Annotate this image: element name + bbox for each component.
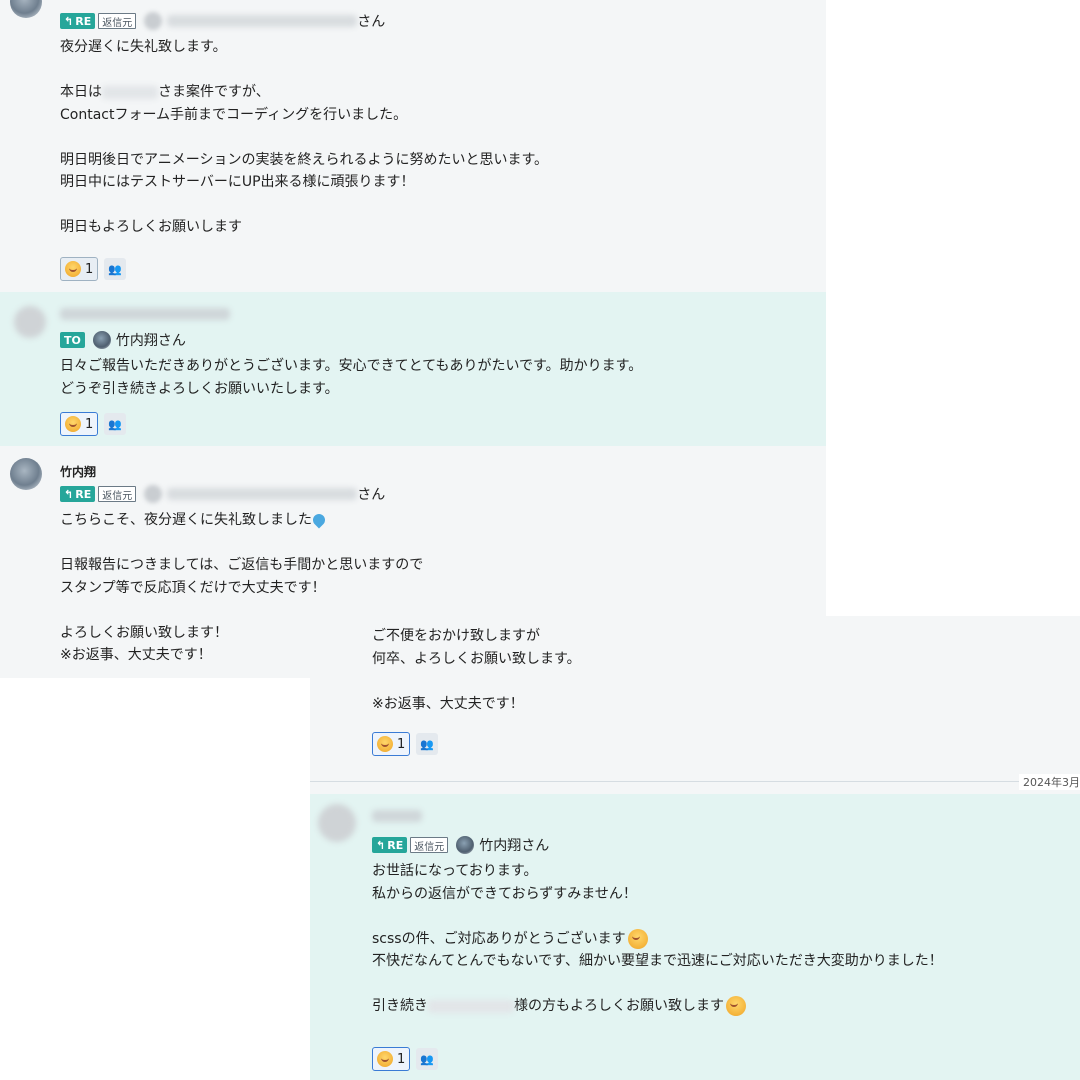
emoji-face-icon [65, 261, 81, 277]
reaction-chip[interactable]: 1 [60, 257, 99, 281]
chat-message-highlighted: ↰ RE 返信元 竹内翔さん お世話になっております。 私からの返信ができておらず… [310, 794, 1080, 1080]
sender-name-redacted [372, 810, 422, 822]
emoji-face-icon [377, 1051, 393, 1067]
emoji-face-icon [627, 928, 648, 949]
reaction-bar: 1 👥 [372, 1047, 439, 1071]
reply-reference[interactable]: ↰ RE 返信元 さん [60, 484, 385, 504]
chat-message: ご不便をおかけ致しますが 何卒、よろしくお願い致します。 ※お返事、大丈夫です！… [310, 616, 1080, 781]
emoji-face-icon [377, 736, 393, 752]
mention-name-redacted [167, 488, 358, 500]
avatar[interactable] [14, 306, 46, 338]
reaction-users-icon[interactable]: 👥 [416, 733, 439, 755]
reply-arrow-icon: ↰ [64, 487, 74, 501]
chat-message: ↰ RE 返信元 さん 夜分遅くに失礼致します。 本日は さま案件ですが、 Cont… [0, 0, 826, 292]
avatar[interactable] [10, 0, 42, 18]
reaction-chip[interactable]: 1 [372, 732, 411, 756]
reaction-chip[interactable]: 1 [60, 412, 99, 436]
to-reference[interactable]: TO 竹内翔さん [60, 330, 186, 350]
mention-avatar [144, 12, 163, 30]
avatar[interactable] [318, 804, 356, 842]
mention-avatar [92, 331, 111, 349]
redacted-text [428, 999, 514, 1013]
sender-name-redacted [60, 308, 230, 320]
mention-name-redacted [167, 15, 358, 27]
origin-label: 返信元 [98, 13, 137, 29]
reply-badge: ↰ RE [372, 837, 408, 853]
reaction-bar: 1 👥 [372, 732, 439, 756]
message-body: ご不便をおかけ致しますが 何卒、よろしくお願い致します。 ※お返事、大丈夫です！ [372, 628, 581, 712]
reaction-chip[interactable]: 1 [372, 1047, 411, 1071]
reaction-bar: 1 👥 [60, 412, 127, 436]
reaction-users-icon[interactable]: 👥 [104, 258, 127, 280]
reply-reference[interactable]: ↰ RE 返信元 さん [60, 11, 385, 31]
origin-label: 返信元 [98, 486, 137, 502]
reply-reference[interactable]: ↰ RE 返信元 竹内翔さん [372, 835, 549, 855]
reaction-users-icon[interactable]: 👥 [416, 1048, 439, 1070]
origin-label: 返信元 [410, 837, 449, 853]
emoji-face-icon [726, 996, 746, 1016]
mention-name: 竹内翔さん [115, 333, 186, 349]
date-divider-line [310, 781, 1080, 782]
mention-avatar [456, 836, 475, 854]
emoji-face-icon [65, 416, 81, 432]
reply-arrow-icon: ↰ [64, 14, 74, 28]
mention-suffix: さん [357, 487, 386, 503]
reply-badge: ↰ RE [60, 13, 96, 29]
reaction-users-icon[interactable]: 👥 [104, 413, 127, 435]
reply-badge: ↰ RE [60, 486, 96, 502]
mention-avatar [144, 485, 163, 503]
to-badge: TO [60, 332, 85, 348]
chat-message-highlighted: TO 竹内翔さん 日々ご報告いただきありがとうございます。安心できてとてもありが… [0, 292, 826, 446]
chat-panel-right: ご不便をおかけ致しますが 何卒、よろしくお願い致します。 ※お返事、大丈夫です！… [310, 616, 1080, 1080]
chat-panel-left: ↰ RE 返信元 さん 夜分遅くに失礼致します。 本日は さま案件ですが、 Cont… [0, 0, 826, 678]
sender-name: 竹内翔 [60, 465, 97, 479]
message-body: 日々ご報告いただきありがとうございます。安心できてとてもありがたいです。助かりま… [60, 358, 643, 397]
mention-suffix: さん [357, 14, 386, 30]
mention-name: 竹内翔さん [479, 838, 550, 854]
message-body: 夜分遅くに失礼致します。 本日は さま案件ですが、 Contactフォーム手前まで… [60, 39, 549, 235]
reply-arrow-icon: ↰ [376, 838, 386, 852]
avatar[interactable] [10, 458, 42, 490]
reaction-bar: 1 👥 [60, 257, 127, 281]
sweat-drop-icon [310, 511, 328, 529]
redacted-text [102, 85, 158, 99]
message-body: お世話になっております。 私からの返信ができておらずすみません！ scssの件、… [372, 863, 943, 1016]
date-divider-label: 2024年3月 [1019, 774, 1080, 790]
